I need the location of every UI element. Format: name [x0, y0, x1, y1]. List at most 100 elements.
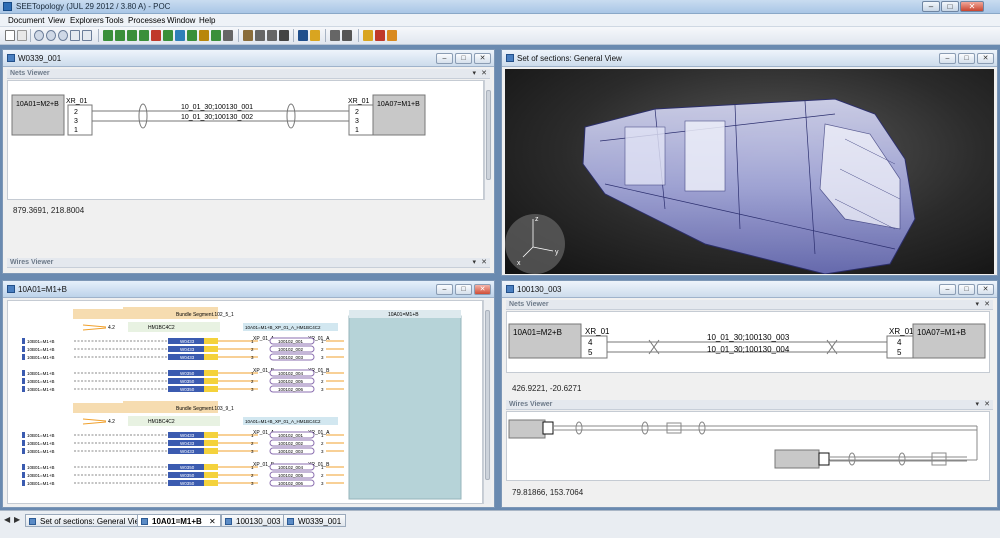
- edit-tool-icon[interactable]: [243, 30, 253, 41]
- close-icon[interactable]: ✕: [984, 300, 990, 308]
- menu-explorers[interactable]: Explorers: [70, 16, 104, 25]
- folder-icon[interactable]: [363, 30, 373, 41]
- maximize-button[interactable]: □: [455, 284, 472, 295]
- wire-tool-icon[interactable]: [139, 30, 149, 41]
- scrollbar-thumb[interactable]: [485, 310, 490, 480]
- tab-set-of-sections[interactable]: Set of sections: General View: [25, 514, 150, 527]
- connector-tool-icon[interactable]: [175, 30, 185, 41]
- wire-tool-icon[interactable]: [127, 30, 137, 41]
- maximize-button[interactable]: □: [958, 284, 975, 295]
- wires-canvas[interactable]: [506, 411, 990, 481]
- pin-icon[interactable]: ▾: [472, 258, 476, 266]
- left-connector[interactable]: [67, 104, 93, 136]
- zoom-in-icon[interactable]: [46, 30, 56, 41]
- zoom-out-icon[interactable]: [58, 30, 68, 41]
- connector[interactable]: [542, 421, 554, 435]
- tab-10a01[interactable]: 10A01=M1+B ✕: [137, 514, 221, 527]
- harness-row[interactable]: 10B01=M1+B W0350 3 100102_006 3: [22, 385, 344, 393]
- maximize-button[interactable]: □: [455, 53, 472, 64]
- close-icon[interactable]: ✕: [481, 258, 487, 266]
- harness-row[interactable]: 10B01=M1+B W0350 2 100102_005 2: [22, 377, 344, 385]
- select-arrow-icon[interactable]: [5, 30, 15, 41]
- harness-canvas[interactable]: 10A01=M1+B Bundle Segment.102_5_1 HM1BC4…: [7, 300, 483, 504]
- wire-tool-icon[interactable]: [163, 30, 173, 41]
- device-box[interactable]: [508, 419, 546, 439]
- wire-tool-icon[interactable]: [103, 30, 113, 41]
- minimize-button[interactable]: –: [939, 53, 956, 64]
- close-button[interactable]: ✕: [960, 1, 984, 12]
- harness-row[interactable]: 10B01=M1+B W0350 2 100102_005 2: [22, 471, 344, 479]
- close-button[interactable]: ✕: [977, 284, 994, 295]
- close-button[interactable]: ✕: [474, 284, 491, 295]
- menu-tools[interactable]: Tools: [105, 16, 124, 25]
- harness-row[interactable]: 10B01=M1+B W0350 1 100102_004 1: [22, 463, 344, 471]
- close-button[interactable]: ✕: [474, 53, 491, 64]
- minimize-button[interactable]: –: [922, 1, 940, 12]
- wire-tool-icon[interactable]: [211, 30, 221, 41]
- minimize-button[interactable]: –: [436, 284, 453, 295]
- maximize-button[interactable]: □: [958, 53, 975, 64]
- grid-icon[interactable]: [82, 30, 92, 41]
- harness-row[interactable]: 10B01=M1+B W0433 1 100102_001 1: [22, 337, 344, 345]
- pin-icon[interactable]: ▾: [975, 400, 979, 408]
- zoom-icon[interactable]: [34, 30, 44, 41]
- harness-row[interactable]: 10B01=M1+B W0433 2 100102_002 2: [22, 439, 344, 447]
- tab-scroll-left-icon[interactable]: ◀: [4, 515, 10, 524]
- orientation-gizmo[interactable]: [505, 214, 565, 274]
- edit-tool-icon[interactable]: [223, 30, 233, 41]
- 3d-viewport[interactable]: z y x: [505, 69, 994, 275]
- tab-100130[interactable]: 100130_003: [221, 514, 286, 527]
- nets-canvas[interactable]: 10A01=M2+B XR_01 2 3 1 10_01_30;100130_0…: [7, 80, 484, 200]
- print-icon[interactable]: [267, 30, 277, 41]
- vertical-scrollbar[interactable]: [484, 80, 492, 200]
- print-icon[interactable]: [279, 30, 289, 41]
- harness-row[interactable]: 10B01=M1+B W0350 3 100102_006 3: [22, 479, 344, 487]
- tab-close-icon[interactable]: ✕: [209, 517, 216, 526]
- harness-row[interactable]: 10B01=M1+B W0433 1 100102_001 1: [22, 431, 344, 439]
- wire-id: 100102_005: [278, 379, 304, 384]
- menu-help[interactable]: Help: [199, 16, 215, 25]
- print-icon[interactable]: [330, 30, 340, 41]
- wire-tool-icon[interactable]: [115, 30, 125, 41]
- menu-window[interactable]: Window: [167, 16, 195, 25]
- right-connector[interactable]: [348, 104, 374, 136]
- harness-row[interactable]: 10B01=M1+B W0350 1 100102_004 1: [22, 369, 344, 377]
- edit-tool-icon[interactable]: [199, 30, 209, 41]
- wire-tool-icon[interactable]: [187, 30, 197, 41]
- wire-label: 10_01_30;100130_002: [181, 114, 253, 121]
- close-icon[interactable]: ✕: [984, 400, 990, 408]
- print-icon[interactable]: [255, 30, 265, 41]
- bundle-tag: W0350: [180, 371, 195, 376]
- fit-all-icon[interactable]: [70, 30, 80, 41]
- vertical-scrollbar[interactable]: [483, 300, 491, 504]
- minimize-button[interactable]: –: [939, 284, 956, 295]
- pin-icon[interactable]: ▾: [975, 300, 979, 308]
- pin-icon[interactable]: ▾: [472, 69, 476, 77]
- pin-number: 3: [321, 355, 324, 360]
- open-icon[interactable]: [298, 30, 308, 41]
- connector-tool-icon[interactable]: [375, 30, 385, 41]
- close-button[interactable]: ✕: [977, 53, 994, 64]
- close-icon[interactable]: ✕: [481, 69, 487, 77]
- folder-icon[interactable]: [310, 30, 320, 41]
- tab-w0339[interactable]: W0339_001: [283, 514, 347, 527]
- left-connector[interactable]: [580, 335, 608, 359]
- menu-view[interactable]: View: [48, 16, 65, 25]
- scrollbar-thumb[interactable]: [486, 90, 491, 180]
- harness-row[interactable]: 10B01=M1+B W0433 3 100102_003 3: [22, 447, 344, 455]
- device-box[interactable]: [774, 449, 820, 469]
- edit-tool-icon[interactable]: [387, 30, 397, 41]
- connector[interactable]: [818, 452, 830, 466]
- minimize-button[interactable]: –: [436, 53, 453, 64]
- menu-document[interactable]: Document: [8, 16, 44, 25]
- select-box-icon[interactable]: [17, 30, 27, 41]
- maximize-button[interactable]: □: [941, 1, 959, 12]
- connector-tool-icon[interactable]: [151, 30, 161, 41]
- menu-processes[interactable]: Processes: [128, 16, 165, 25]
- harness-row[interactable]: 10B01=M1+B W0433 3 100102_003 3: [22, 353, 344, 361]
- harness-row[interactable]: 10B01=M1+B W0433 2 100102_002 2: [22, 345, 344, 353]
- wire-id: 100102_003: [278, 449, 304, 454]
- print-icon[interactable]: [342, 30, 352, 41]
- tab-scroll-right-icon[interactable]: ▶: [14, 515, 20, 524]
- nets-canvas[interactable]: 10A01=M2+B XR_01 4 5 10_01_30;100130_003…: [506, 311, 990, 373]
